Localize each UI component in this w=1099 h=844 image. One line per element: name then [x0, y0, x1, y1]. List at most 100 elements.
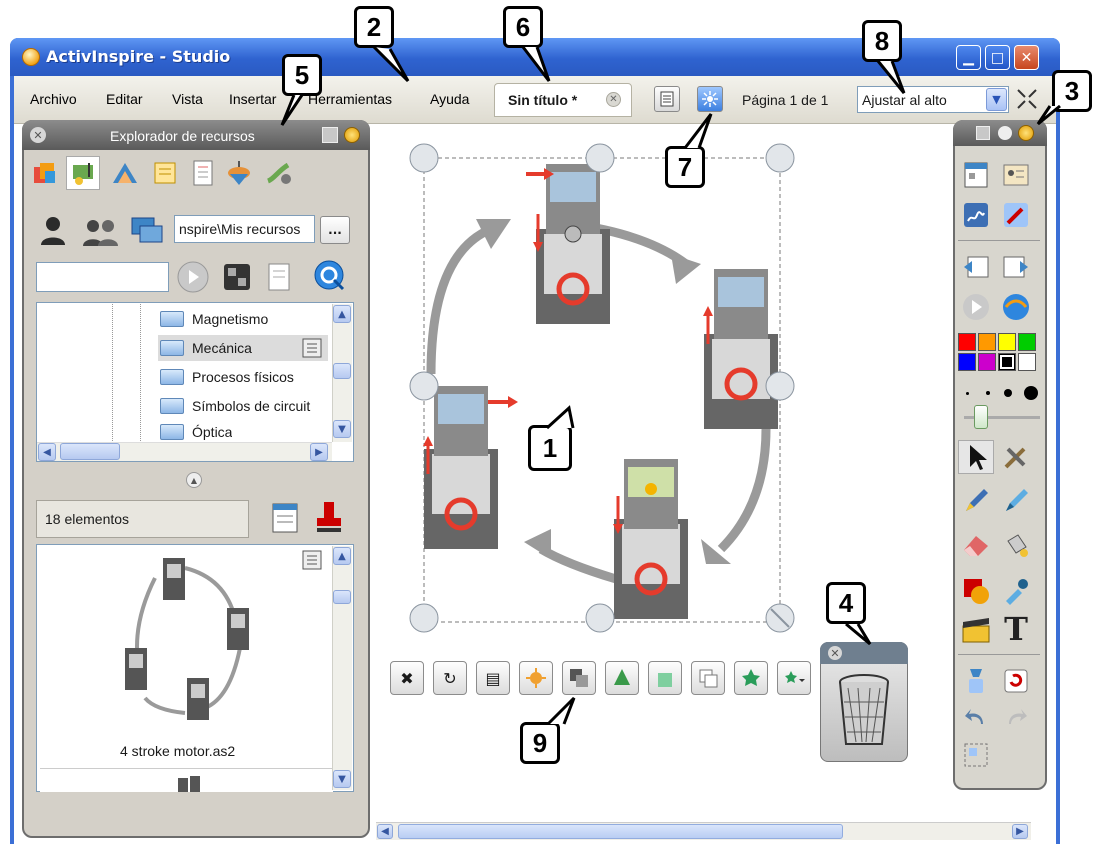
color-purple[interactable]	[978, 353, 996, 371]
previous-page-icon[interactable]	[958, 250, 994, 284]
color-red[interactable]	[958, 333, 976, 351]
color-black[interactable]	[998, 353, 1016, 371]
my-resources-icon[interactable]	[28, 156, 62, 190]
dual-user-button[interactable]	[697, 86, 723, 112]
scroll-right-icon[interactable]: ▶	[310, 443, 328, 461]
scroll-down-icon[interactable]: ▼	[333, 770, 351, 788]
tree-scroll-thumb[interactable]	[333, 363, 351, 379]
web-search-icon[interactable]	[312, 258, 348, 297]
media-icon[interactable]	[66, 156, 100, 190]
layer-order-icon[interactable]	[562, 661, 596, 695]
scroll-up-icon[interactable]: ▲	[333, 305, 351, 323]
preview-notes-icon[interactable]	[302, 550, 322, 573]
color-orange[interactable]	[978, 333, 996, 351]
desktop-tools-icon[interactable]	[998, 440, 1034, 474]
highlighter-icon[interactable]	[998, 484, 1034, 518]
minimize-button[interactable]: ▁	[956, 45, 981, 70]
eraser-icon[interactable]	[958, 528, 994, 562]
panel-splitter-icon[interactable]: ▲	[186, 472, 202, 488]
move-icon[interactable]: ✖	[390, 661, 424, 695]
scroll-down-icon[interactable]: ▼	[333, 420, 351, 438]
canvas-scroll-thumb[interactable]	[398, 824, 843, 839]
shared-users-icon[interactable]	[82, 218, 120, 249]
menu-insertar[interactable]: Insertar	[229, 91, 276, 107]
tree-item[interactable]: Símbolos de circuit	[160, 393, 310, 419]
undo-icon[interactable]	[958, 700, 994, 734]
chevron-down-icon[interactable]: ▼	[986, 88, 1007, 111]
scroll-up-icon[interactable]: ▲	[333, 547, 351, 565]
close-button[interactable]: ✕	[1014, 45, 1039, 70]
color-yellow[interactable]	[998, 333, 1016, 351]
text-tool-icon[interactable]: T	[998, 610, 1034, 648]
menu-editar[interactable]: Editar	[106, 91, 143, 107]
notes-resources-icon[interactable]	[148, 156, 182, 190]
actions-icon[interactable]	[519, 661, 553, 695]
pen-width-3[interactable]	[1004, 389, 1012, 397]
tree-item-selected[interactable]: Mecánica	[160, 335, 252, 361]
eyedropper-icon[interactable]	[998, 574, 1034, 608]
spinning-top-icon[interactable]	[222, 156, 256, 190]
color-white[interactable]	[1018, 353, 1036, 371]
properties-icon[interactable]	[270, 502, 300, 537]
toolbox-menu-icon[interactable]	[976, 126, 990, 140]
web-browser-icon[interactable]	[998, 290, 1034, 324]
pen-width-4[interactable]	[1024, 386, 1038, 400]
next-page-icon[interactable]	[998, 250, 1034, 284]
scroll-right-icon[interactable]: ▶	[1012, 824, 1028, 839]
pin-icon[interactable]	[1018, 125, 1034, 141]
scroll-left-icon[interactable]: ◀	[377, 824, 393, 839]
handwriting-icon[interactable]	[958, 198, 994, 232]
trash-close-icon[interactable]: ✕	[828, 646, 842, 660]
reset-page-icon[interactable]	[998, 664, 1034, 698]
tools-resource-icon[interactable]	[262, 156, 296, 190]
redo-icon[interactable]	[998, 700, 1034, 734]
menu-archivo[interactable]: Archivo	[30, 91, 77, 107]
select-icon[interactable]	[958, 440, 994, 474]
explorer-close-icon[interactable]: ✕	[30, 127, 46, 143]
stamp-icon[interactable]	[314, 500, 344, 539]
preview-scroll-thumb[interactable]	[333, 590, 351, 604]
slider-thumb[interactable]	[974, 405, 988, 429]
page-layout-icon[interactable]	[958, 738, 994, 772]
preview-vertical-scrollbar[interactable]	[332, 546, 352, 790]
page-notes-button[interactable]	[654, 86, 680, 112]
pen-icon[interactable]	[958, 484, 994, 518]
magic-green-icon[interactable]	[734, 661, 768, 695]
color-blue[interactable]	[958, 353, 976, 371]
duplicate-icon[interactable]	[691, 661, 725, 695]
menu-ayuda[interactable]: Ayuda	[430, 91, 469, 107]
more-options-icon[interactable]	[777, 661, 811, 695]
tree-hscroll-thumb[interactable]	[60, 443, 120, 460]
resource-path-input[interactable]: nspire\Mis recursos	[174, 215, 315, 243]
main-menu-icon[interactable]	[958, 158, 994, 192]
clapperboard-icon[interactable]	[958, 614, 994, 648]
fill-icon[interactable]	[998, 528, 1034, 562]
search-results-icon[interactable]	[266, 262, 292, 295]
shape-icon[interactable]	[958, 574, 994, 608]
tree-item[interactable]: Óptica	[160, 422, 232, 442]
resource-thumbnail[interactable]	[115, 548, 253, 724]
rotate-icon[interactable]: ↻	[433, 661, 467, 695]
menu-vista[interactable]: Vista	[172, 91, 203, 107]
search-go-icon[interactable]	[176, 260, 210, 297]
document-tab-close-icon[interactable]: ✕	[606, 92, 621, 107]
tree-item[interactable]: Magnetismo	[160, 306, 268, 332]
pen-width-1[interactable]	[966, 392, 969, 395]
properties-icon[interactable]: ▤	[476, 661, 510, 695]
search-options-icon[interactable]	[222, 262, 252, 295]
tools-settings-icon[interactable]	[998, 198, 1034, 232]
clear-icon[interactable]	[958, 664, 994, 698]
search-input[interactable]	[36, 262, 169, 292]
color-green[interactable]	[1018, 333, 1036, 351]
user-icon[interactable]	[38, 215, 68, 248]
profile-icon[interactable]	[998, 158, 1034, 192]
explorer-menu-icon[interactable]	[322, 127, 338, 143]
scroll-left-icon[interactable]: ◀	[38, 443, 56, 461]
toolbox-collapse-icon[interactable]	[998, 126, 1012, 140]
item-notes-icon[interactable]	[302, 338, 322, 361]
play-icon[interactable]	[958, 290, 994, 324]
document-icon[interactable]	[186, 156, 220, 190]
shared-resources-icon[interactable]	[108, 156, 142, 190]
maximize-button[interactable]: □	[985, 45, 1010, 70]
bring-to-front-icon[interactable]	[605, 661, 639, 695]
